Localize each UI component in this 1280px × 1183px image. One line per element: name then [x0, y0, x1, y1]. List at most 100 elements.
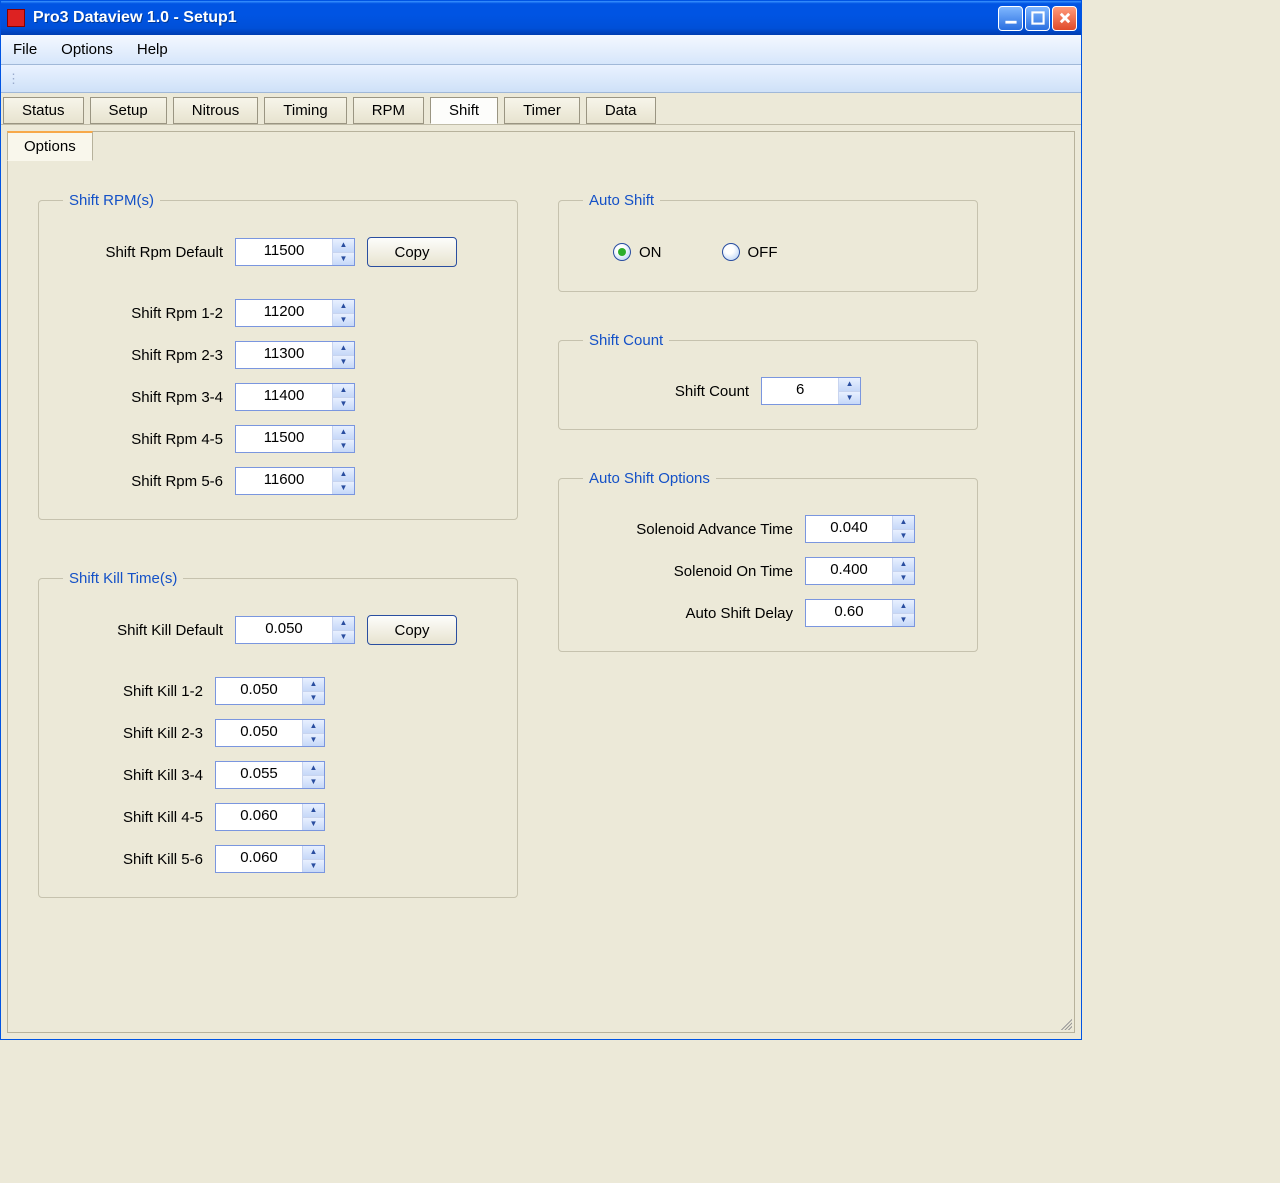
- spinner-auto-shift-delay[interactable]: 0.60 ▲▼: [805, 599, 915, 627]
- tab-nitrous[interactable]: Nitrous: [173, 97, 259, 124]
- menu-help[interactable]: Help: [137, 41, 168, 58]
- value-solenoid-advance-time: 0.040: [806, 516, 892, 542]
- spin-down-icon[interactable]: ▼: [839, 392, 860, 405]
- spin-down-icon[interactable]: ▼: [333, 631, 354, 644]
- label-shift-kill-5-6: Shift Kill 5-6: [63, 851, 203, 868]
- tab-data[interactable]: Data: [586, 97, 656, 124]
- spinner-shift-kill-3-4[interactable]: 0.055 ▲▼: [215, 761, 325, 789]
- spin-up-icon[interactable]: ▲: [333, 300, 354, 314]
- spin-up-icon[interactable]: ▲: [839, 378, 860, 392]
- value-shift-kill-3-4: 0.055: [216, 762, 302, 788]
- spin-down-icon[interactable]: ▼: [333, 253, 354, 266]
- spin-down-icon[interactable]: ▼: [893, 530, 914, 543]
- spin-down-icon[interactable]: ▼: [303, 776, 324, 789]
- toolbar-strip: ⋮: [1, 65, 1081, 93]
- spin-up-icon[interactable]: ▲: [893, 600, 914, 614]
- group-shift-rpm: Shift RPM(s) Shift Rpm Default 11500 ▲▼ …: [38, 192, 518, 520]
- spin-down-icon[interactable]: ▼: [333, 398, 354, 411]
- resize-grip-icon[interactable]: [1058, 1016, 1072, 1030]
- spin-down-icon[interactable]: ▼: [303, 860, 324, 873]
- spin-up-icon[interactable]: ▲: [333, 239, 354, 253]
- value-shift-kill-4-5: 0.060: [216, 804, 302, 830]
- label-auto-shift-off: OFF: [748, 244, 778, 261]
- spinner-shift-rpm-1-2[interactable]: 11200 ▲▼: [235, 299, 355, 327]
- spinner-shift-rpm-4-5[interactable]: 11500 ▲▼: [235, 425, 355, 453]
- spin-down-icon[interactable]: ▼: [303, 818, 324, 831]
- spin-up-icon[interactable]: ▲: [333, 617, 354, 631]
- spin-down-icon[interactable]: ▼: [303, 692, 324, 705]
- copy-shift-rpm-button[interactable]: Copy: [367, 237, 457, 267]
- tab-timer[interactable]: Timer: [504, 97, 580, 124]
- radio-auto-shift-off[interactable]: [722, 243, 740, 261]
- spinner-solenoid-advance-time[interactable]: 0.040 ▲▼: [805, 515, 915, 543]
- options-panel: Options Shift RPM(s) Shift Rpm Default 1…: [7, 131, 1075, 1033]
- group-shift-count: Shift Count Shift Count 6 ▲▼: [558, 332, 978, 430]
- spin-up-icon[interactable]: ▲: [303, 678, 324, 692]
- value-shift-rpm-1-2: 11200: [236, 300, 332, 326]
- menu-file[interactable]: File: [13, 41, 37, 58]
- menubar: File Options Help: [1, 35, 1081, 65]
- spinner-shift-kill-5-6[interactable]: 0.060 ▲▼: [215, 845, 325, 873]
- spinner-shift-count[interactable]: 6 ▲▼: [761, 377, 861, 405]
- value-shift-kill-2-3: 0.050: [216, 720, 302, 746]
- legend-auto-shift: Auto Shift: [583, 192, 660, 209]
- spin-up-icon[interactable]: ▲: [333, 384, 354, 398]
- spin-up-icon[interactable]: ▲: [303, 846, 324, 860]
- menu-options[interactable]: Options: [61, 41, 113, 58]
- app-icon: [7, 9, 25, 27]
- spin-down-icon[interactable]: ▼: [893, 572, 914, 585]
- minimize-button[interactable]: [998, 6, 1023, 31]
- close-button[interactable]: [1052, 6, 1077, 31]
- label-shift-rpm-3-4: Shift Rpm 3-4: [63, 389, 223, 406]
- value-shift-count: 6: [762, 378, 838, 404]
- spinner-shift-kill-4-5[interactable]: 0.060 ▲▼: [215, 803, 325, 831]
- group-shift-kill: Shift Kill Time(s) Shift Kill Default 0.…: [38, 570, 518, 898]
- spin-up-icon[interactable]: ▲: [893, 558, 914, 572]
- subtab-options[interactable]: Options: [7, 131, 93, 161]
- spin-down-icon[interactable]: ▼: [893, 614, 914, 627]
- tab-setup[interactable]: Setup: [90, 97, 167, 124]
- spinner-shift-rpm-2-3[interactable]: 11300 ▲▼: [235, 341, 355, 369]
- legend-shift-count: Shift Count: [583, 332, 669, 349]
- value-solenoid-on-time: 0.400: [806, 558, 892, 584]
- spin-down-icon[interactable]: ▼: [333, 314, 354, 327]
- app-window: Pro3 Dataview 1.0 - Setup1 File Options …: [0, 0, 1082, 1040]
- spin-up-icon[interactable]: ▲: [893, 516, 914, 530]
- tab-shift[interactable]: Shift: [430, 97, 498, 124]
- copy-shift-kill-button[interactable]: Copy: [367, 615, 457, 645]
- label-auto-shift-on: ON: [639, 244, 662, 261]
- spin-down-icon[interactable]: ▼: [303, 734, 324, 747]
- spin-down-icon[interactable]: ▼: [333, 440, 354, 453]
- label-shift-rpm-default: Shift Rpm Default: [63, 244, 223, 261]
- value-auto-shift-delay: 0.60: [806, 600, 892, 626]
- value-shift-kill-1-2: 0.050: [216, 678, 302, 704]
- spin-up-icon[interactable]: ▲: [303, 762, 324, 776]
- spin-up-icon[interactable]: ▲: [333, 426, 354, 440]
- spin-up-icon[interactable]: ▲: [303, 720, 324, 734]
- spin-up-icon[interactable]: ▲: [333, 342, 354, 356]
- spinner-shift-rpm-5-6[interactable]: 11600 ▲▼: [235, 467, 355, 495]
- radio-auto-shift-on[interactable]: [613, 243, 631, 261]
- spinner-solenoid-on-time[interactable]: 0.400 ▲▼: [805, 557, 915, 585]
- value-shift-rpm-3-4: 11400: [236, 384, 332, 410]
- maximize-button[interactable]: [1025, 6, 1050, 31]
- spin-down-icon[interactable]: ▼: [333, 482, 354, 495]
- spin-down-icon[interactable]: ▼: [333, 356, 354, 369]
- spinner-shift-kill-default[interactable]: 0.050 ▲▼: [235, 616, 355, 644]
- label-shift-kill-4-5: Shift Kill 4-5: [63, 809, 203, 826]
- spinner-shift-kill-2-3[interactable]: 0.050 ▲▼: [215, 719, 325, 747]
- spin-up-icon[interactable]: ▲: [333, 468, 354, 482]
- window-title: Pro3 Dataview 1.0 - Setup1: [33, 9, 998, 27]
- value-shift-rpm-5-6: 11600: [236, 468, 332, 494]
- spinner-shift-kill-1-2[interactable]: 0.050 ▲▼: [215, 677, 325, 705]
- value-shift-rpm-default: 11500: [236, 239, 332, 265]
- tab-rpm[interactable]: RPM: [353, 97, 424, 124]
- tab-timing[interactable]: Timing: [264, 97, 346, 124]
- spin-up-icon[interactable]: ▲: [303, 804, 324, 818]
- spinner-shift-rpm-3-4[interactable]: 11400 ▲▼: [235, 383, 355, 411]
- legend-auto-shift-options: Auto Shift Options: [583, 470, 716, 487]
- label-shift-kill-1-2: Shift Kill 1-2: [63, 683, 203, 700]
- spinner-shift-rpm-default[interactable]: 11500 ▲▼: [235, 238, 355, 266]
- label-shift-kill-2-3: Shift Kill 2-3: [63, 725, 203, 742]
- tab-status[interactable]: Status: [3, 97, 84, 124]
